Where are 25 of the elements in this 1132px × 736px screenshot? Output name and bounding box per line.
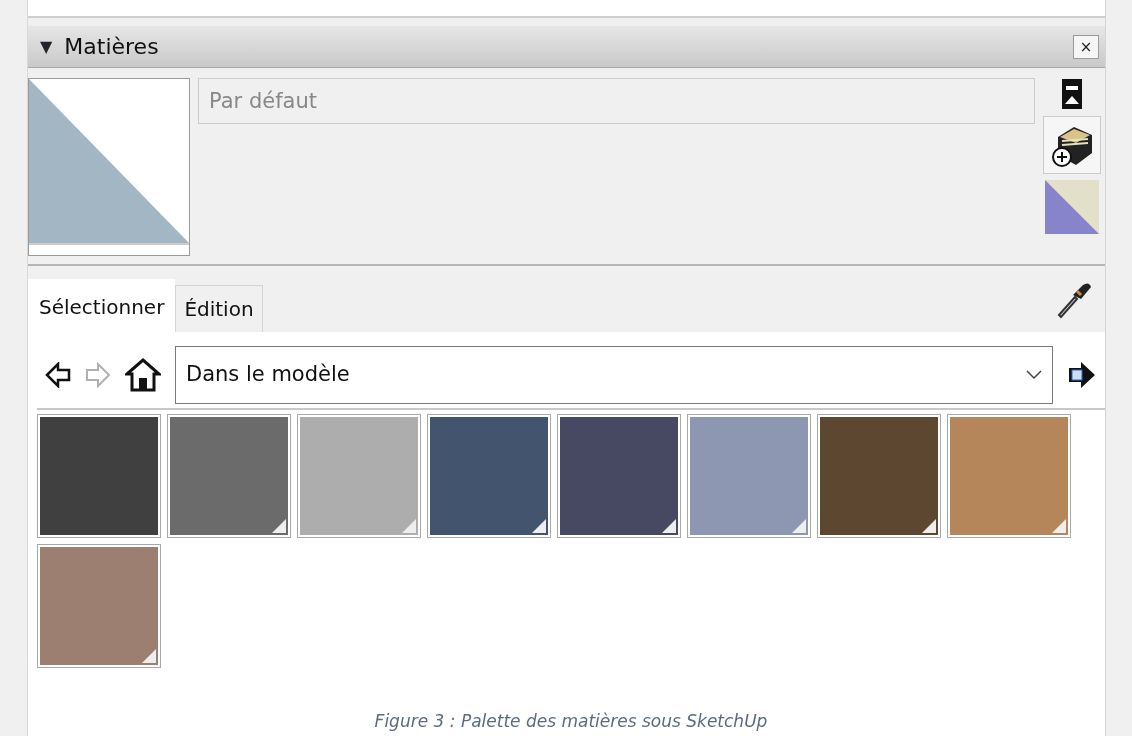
figure-caption: Figure 3 : Palette des matières sous SketchUp	[373, 709, 769, 733]
display-secondary-icon[interactable]	[1061, 78, 1083, 110]
tab[interactable]: Édition	[175, 285, 263, 332]
material-swatch[interactable]	[37, 414, 161, 538]
material-swatch[interactable]	[297, 414, 421, 538]
create-material-icon[interactable]	[1043, 116, 1101, 174]
tab[interactable]: Sélectionner	[28, 279, 176, 332]
collection-dropdown[interactable]: Dans le modèle	[175, 346, 1053, 404]
material-name-field[interactable]: Par défaut	[198, 78, 1035, 124]
material-swatch[interactable]	[37, 544, 161, 668]
material-preview[interactable]	[28, 78, 190, 256]
close-button[interactable]: ×	[1073, 34, 1099, 59]
chevron-down-icon	[1026, 370, 1042, 380]
material-swatch[interactable]	[687, 414, 811, 538]
material-swatch[interactable]	[557, 414, 681, 538]
material-swatch[interactable]	[167, 414, 291, 538]
material-swatch[interactable]	[947, 414, 1071, 538]
home-icon[interactable]	[125, 358, 161, 392]
back-arrow-icon[interactable]	[45, 362, 71, 388]
sample-paint-icon[interactable]	[1045, 180, 1099, 234]
material-swatch[interactable]	[427, 414, 551, 538]
collapse-toggle[interactable]: ▼	[40, 34, 53, 59]
material-swatch[interactable]	[817, 414, 941, 538]
details-arrow-icon[interactable]	[1067, 360, 1097, 390]
panel-title: Matières	[64, 33, 159, 61]
